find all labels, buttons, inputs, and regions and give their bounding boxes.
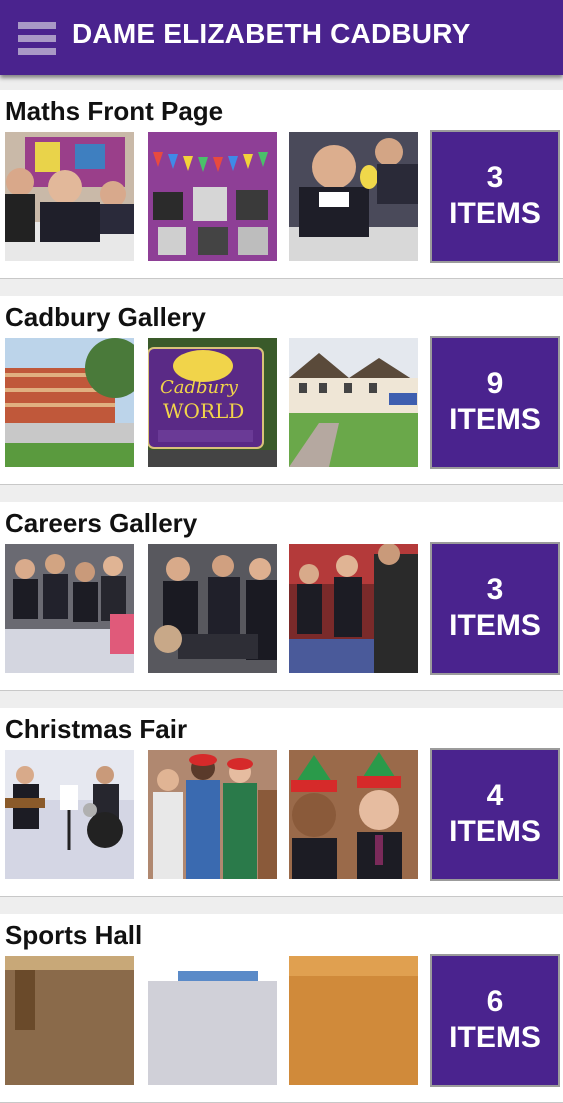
gallery-section[interactable]: Cadbury Gallery Cadbury WORLD 9 ITEMS (0, 296, 563, 485)
svg-text:WORLD: WORLD (163, 399, 244, 423)
items-count-button[interactable]: 3 ITEMS (430, 542, 560, 675)
gallery-title[interactable]: Christmas Fair (5, 714, 187, 745)
gallery-thumbnail[interactable] (148, 132, 277, 261)
items-label: ITEMS (449, 609, 541, 642)
gallery-thumbnail[interactable] (289, 956, 418, 1085)
app-title: DAME ELIZABETH CADBURY (72, 18, 471, 49)
gallery-section[interactable]: Sports Hall 6 ITEMS (0, 914, 563, 1103)
items-count-button[interactable]: 4 ITEMS (430, 748, 560, 881)
gallery-section[interactable]: Christmas Fair 4 ITEMS (0, 708, 563, 897)
gallery-thumbnail[interactable] (5, 750, 134, 879)
gallery-thumbnail[interactable]: Cadbury WORLD (148, 338, 277, 467)
gallery-title[interactable]: Maths Front Page (5, 96, 223, 127)
items-label: ITEMS (449, 815, 541, 848)
gallery-thumbnail[interactable] (5, 338, 134, 467)
items-count: 4 (486, 779, 504, 812)
items-count: 9 (486, 367, 504, 400)
gallery-thumbnail[interactable] (289, 338, 418, 467)
hamburger-menu-icon[interactable] (18, 22, 56, 56)
gallery-thumbnail[interactable] (148, 544, 277, 673)
items-count: 3 (486, 573, 504, 606)
gallery-section[interactable]: Careers Gallery 3 ITEMS (0, 502, 563, 691)
gallery-thumbnail[interactable] (289, 544, 418, 673)
gallery-thumbnail[interactable] (5, 956, 134, 1085)
items-count: 6 (486, 985, 504, 1018)
items-label: ITEMS (449, 197, 541, 230)
items-label: ITEMS (449, 1021, 541, 1054)
app-header: DAME ELIZABETH CADBURY (0, 0, 563, 75)
gallery-title[interactable]: Careers Gallery (5, 508, 197, 539)
items-count-button[interactable]: 6 ITEMS (430, 954, 560, 1087)
svg-text:Cadbury: Cadbury (160, 377, 239, 398)
gallery-thumbnail[interactable] (148, 750, 277, 879)
gallery-title[interactable]: Cadbury Gallery (5, 302, 206, 333)
items-count: 3 (486, 161, 504, 194)
gallery-title[interactable]: Sports Hall (5, 920, 142, 951)
items-label: ITEMS (449, 403, 541, 436)
gallery-section[interactable]: Maths Front Page 3 ITEMS (0, 90, 563, 279)
gallery-thumbnail[interactable] (148, 956, 277, 1085)
gallery-thumbnail[interactable] (289, 132, 418, 261)
gallery-thumbnail[interactable] (5, 132, 134, 261)
gallery-thumbnail[interactable] (289, 750, 418, 879)
gallery-thumbnail[interactable] (5, 544, 134, 673)
items-count-button[interactable]: 9 ITEMS (430, 336, 560, 469)
items-count-button[interactable]: 3 ITEMS (430, 130, 560, 263)
